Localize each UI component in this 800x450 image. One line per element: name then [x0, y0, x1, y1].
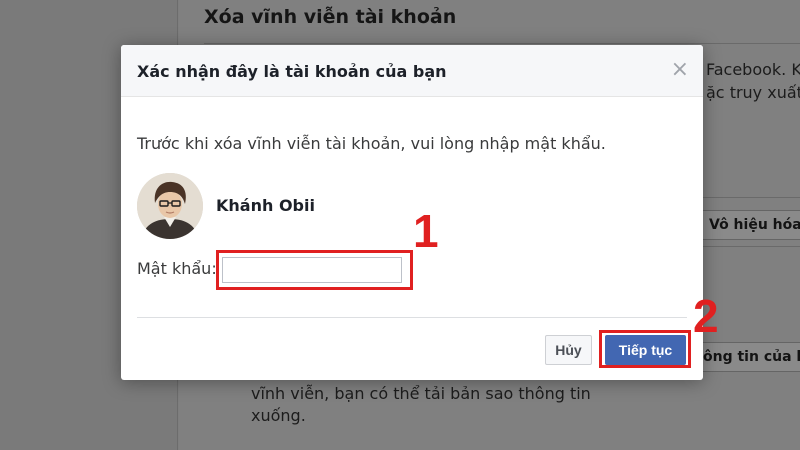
- close-icon[interactable]: ×: [671, 59, 689, 81]
- dialog-header: Xác nhận đây là tài khoản của bạn ×: [121, 45, 703, 97]
- background-text-line-1: Facebook. K: [706, 60, 800, 79]
- background-heading: Xóa vĩnh viễn tài khoản: [204, 6, 457, 28]
- annotation-highlight-continue: [599, 330, 691, 368]
- background-divider: [204, 43, 800, 44]
- password-label: Mật khẩu:: [137, 259, 217, 278]
- annotation-highlight-password: [216, 250, 413, 290]
- dialog-footer-divider: [137, 317, 687, 318]
- background-divider: [703, 246, 800, 247]
- password-prompt-text: Trước khi xóa vĩnh viễn tài khoản, vui l…: [137, 134, 606, 153]
- background-text-line-2: ặc truy xuất: [706, 83, 800, 102]
- deactivate-button[interactable]: Vô hiệu hóa: [700, 210, 800, 240]
- download-info-button[interactable]: ông tin của b: [694, 342, 800, 372]
- dialog-title: Xác nhận đây là tài khoản của bạn: [137, 62, 447, 81]
- background-text-bottom-2: xuống.: [251, 406, 306, 425]
- annotation-step-2: 2: [693, 290, 719, 342]
- background-text-bottom-1: vĩnh viễn, bạn có thể tải bản sao thông …: [251, 384, 591, 403]
- user-name: Khánh Obii: [216, 196, 315, 215]
- profile-photo-icon: [137, 173, 203, 239]
- avatar: [137, 173, 203, 239]
- cancel-button[interactable]: Hủy: [545, 335, 592, 365]
- background-divider: [703, 197, 800, 198]
- annotation-step-1: 1: [413, 205, 439, 257]
